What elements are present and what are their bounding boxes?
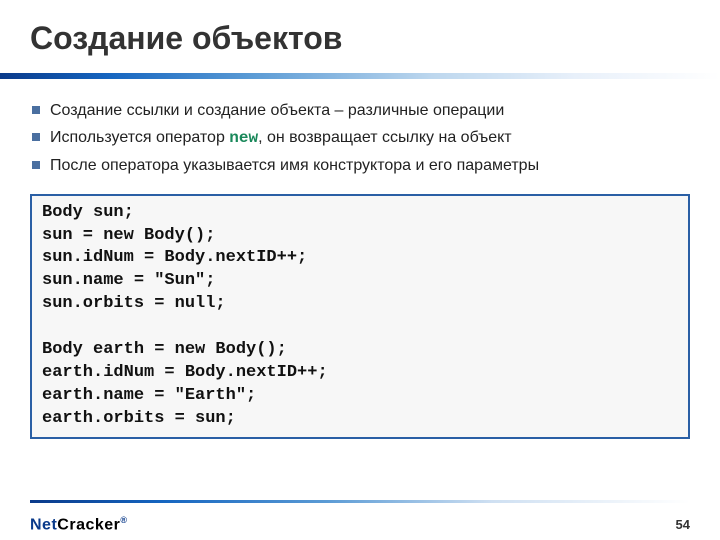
bullet-text: Создание ссылки и создание объекта – раз…: [50, 102, 504, 119]
page-number: 54: [676, 517, 690, 532]
slide-title: Создание объектов: [30, 20, 690, 57]
bullet-text: После оператора указывается имя конструк…: [50, 157, 539, 174]
code-block: Body sun; sun = new Body(); sun.idNum = …: [30, 194, 690, 439]
footer-gradient-rule: [30, 500, 690, 503]
title-gradient-rule: [0, 73, 720, 79]
bullet-item: Создание ссылки и создание объекта – раз…: [30, 97, 690, 124]
netcracker-logo: NetCracker®: [30, 515, 128, 534]
bullet-item: После оператора указывается имя конструк…: [30, 152, 690, 179]
bullet-list: Создание ссылки и создание объекта – раз…: [30, 97, 690, 180]
logo-registered-icon: ®: [120, 515, 127, 525]
keyword-new: new: [229, 129, 258, 147]
slide-footer: NetCracker® 54: [0, 500, 720, 540]
bullet-text-pre: Используется оператор: [50, 129, 229, 146]
logo-part-net: Net: [30, 516, 57, 533]
bullet-item: Используется оператор new, он возвращает…: [30, 124, 690, 152]
bullet-text-post: , он возвращает ссылку на объект: [258, 129, 512, 146]
logo-part-cracker: Cracker: [57, 516, 120, 533]
